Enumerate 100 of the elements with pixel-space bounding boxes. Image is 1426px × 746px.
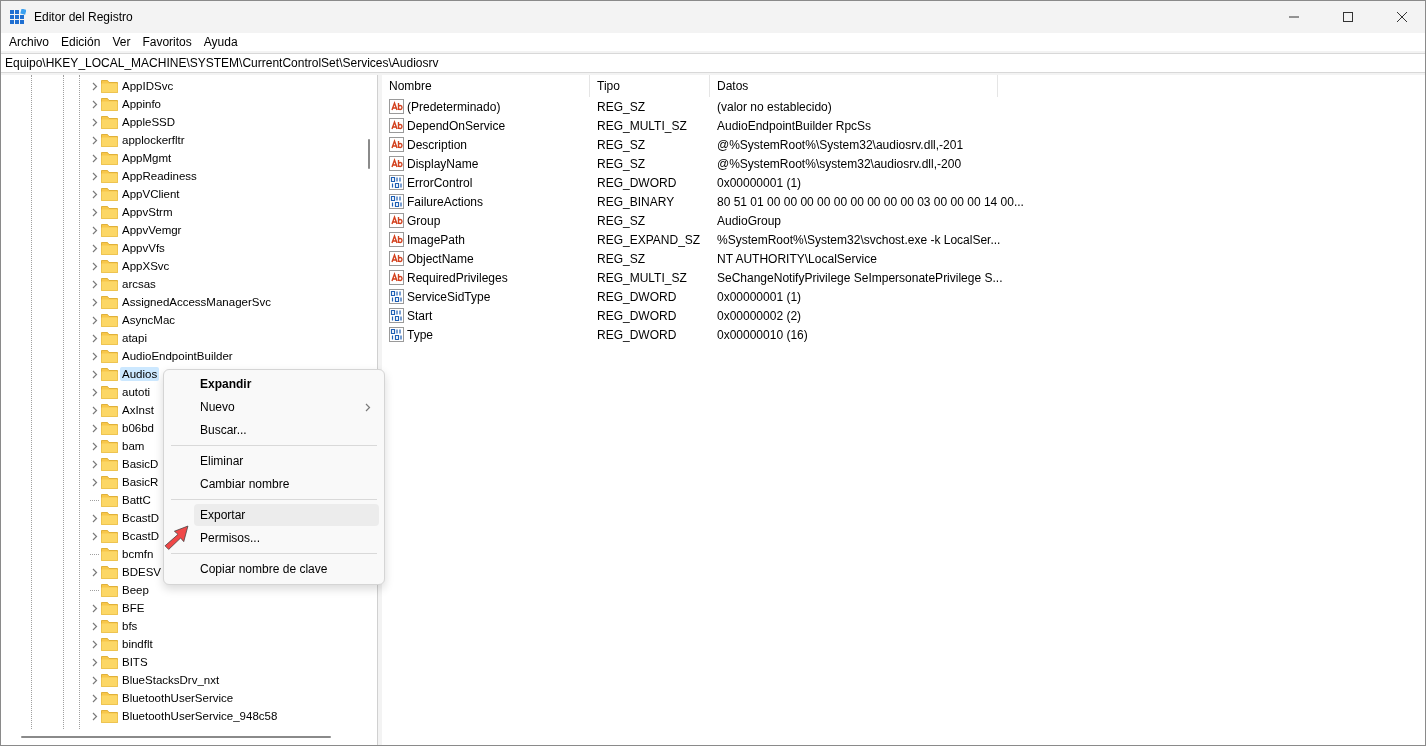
menu-option[interactable]: Eliminar [194,450,379,472]
value-type: REG_MULTI_SZ [597,118,687,133]
folder-icon [101,691,118,705]
tree-item[interactable]: BlueStacksDrv_nxt [120,673,222,687]
tree-item[interactable]: bam [120,439,147,453]
tree-item[interactable]: arcsas [120,277,158,291]
value-data: 0x00000002 (2) [717,308,802,323]
tree-item[interactable]: BluetoothUserService_948c58 [120,709,280,723]
folder-icon [101,637,118,651]
tree-item[interactable]: BcastD [120,511,162,525]
submenu-chevron-icon[interactable] [365,402,371,412]
text-value-icon [389,137,404,152]
value-name: ObjectName [407,251,474,266]
menu-item[interactable]: Ver [106,35,137,49]
tree-item[interactable]: AppleSSD [120,115,178,129]
value-data: 80 51 01 00 00 00 00 00 00 00 00 00 03 00 00 00 14 00... [717,194,1024,209]
value-type: REG_DWORD [597,327,677,342]
column-header[interactable]: Tipo [590,75,710,97]
tree-item[interactable]: Audios [120,367,160,381]
tree-item[interactable]: atapi [120,331,149,345]
text-value-icon [389,213,404,228]
folder-icon [101,313,118,327]
tree-item[interactable]: autoti [120,385,153,399]
tree-item[interactable]: AppvVfs [120,241,167,255]
menu-option[interactable]: Buscar... [194,419,379,441]
value-type: REG_MULTI_SZ [597,270,687,285]
menu-item[interactable]: Favoritos [136,35,198,49]
tree-item[interactable]: BasicD [120,457,161,471]
tree-item[interactable]: bindflt [120,637,155,651]
value-data: NT AUTHORITY\LocalService [717,251,877,266]
folder-icon [101,547,118,561]
tree-item[interactable]: applockerfltr [120,133,187,147]
tree-item[interactable]: Beep [120,583,151,597]
text-value-icon [389,232,404,247]
tree-item[interactable]: AppReadiness [120,169,199,183]
menu-option[interactable]: Cambiar nombre [194,473,379,495]
tree-item[interactable]: AppMgmt [120,151,174,165]
menu-item[interactable]: Ayuda [197,35,244,49]
value-type: REG_EXPAND_SZ [597,232,701,247]
value-name: DependOnService [407,118,506,133]
tree-item[interactable]: BcastD [120,529,162,543]
tree-item[interactable]: BattC [120,493,153,507]
tree-item[interactable]: AppIDSvc [120,79,176,93]
folder-icon [101,331,118,345]
menu-item[interactable]: Edición [55,35,107,49]
value-name: RequiredPrivileges [407,270,508,285]
value-name: FailureActions [407,194,484,209]
value-type: REG_SZ [597,99,645,114]
value-data: 0x00000001 (1) [717,289,802,304]
tree-item[interactable]: AssignedAccessManagerSvc [120,295,273,309]
text-value-icon [389,270,404,285]
chevron-icon[interactable] [92,567,98,577]
tree-item[interactable]: AppVClient [120,187,182,201]
value-name: DisplayName [407,156,479,171]
binary-value-icon [389,194,404,209]
value-data: AudioGroup [717,213,782,228]
tree-item[interactable]: BasicR [120,475,161,489]
tree-item[interactable]: bfs [120,619,140,633]
tree-item[interactable]: Appinfo [120,97,163,111]
folder-icon [101,187,118,201]
menu-option[interactable]: Copiar nombre de clave [194,558,379,580]
value-data: SeChangeNotifyPrivilege SeImpersonatePrivilege S... [717,270,1003,285]
pointer-arrow [164,525,190,551]
menu-option[interactable]: Permisos... [194,527,379,549]
binary-value-icon [389,289,404,304]
folder-icon [101,151,118,165]
tree-item[interactable]: BFE [120,601,147,615]
binary-value-icon [389,327,404,342]
folder-icon [101,349,118,363]
menu-option[interactable]: Nuevo [194,396,379,418]
value-type: REG_DWORD [597,175,677,190]
menu-option[interactable]: Expandir [194,373,379,395]
folder-icon [101,529,118,543]
value-name: Type [407,327,433,342]
folder-icon [101,97,118,111]
menu-item[interactable]: Archivo [3,35,55,49]
tree-item[interactable]: BITS [120,655,150,669]
column-header[interactable]: Datos [710,75,998,97]
column-header[interactable]: Nombre [382,75,590,97]
tree-item[interactable]: AppvVemgr [120,223,184,237]
value-name: Group [407,213,441,228]
folder-icon [101,259,118,273]
tree-item[interactable]: AxInst [120,403,156,417]
binary-value-icon [389,175,404,190]
menu-option[interactable]: Exportar [194,504,379,526]
folder-icon [101,295,118,309]
tree-item[interactable]: AsyncMac [120,313,178,327]
tree-item[interactable]: AppXSvc [120,259,172,273]
tree-item[interactable]: AudioEndpointBuilder [120,349,235,363]
address-bar[interactable]: Equipo\HKEY_LOCAL_MACHINE\SYSTEM\CurrentControlSet\Services\Audiosrv [1,53,1425,73]
folder-icon [101,385,118,399]
tree-item[interactable]: BluetoothUserService [120,691,236,705]
binary-value-icon [389,308,404,323]
tree-item[interactable]: BDESV [120,565,163,579]
value-name: Description [407,137,468,152]
folder-icon [101,205,118,219]
tree-item[interactable]: b06bd [120,421,156,435]
folder-icon [101,601,118,615]
tree-item[interactable]: bcmfn [120,547,156,561]
tree-item[interactable]: AppvStrm [120,205,175,219]
